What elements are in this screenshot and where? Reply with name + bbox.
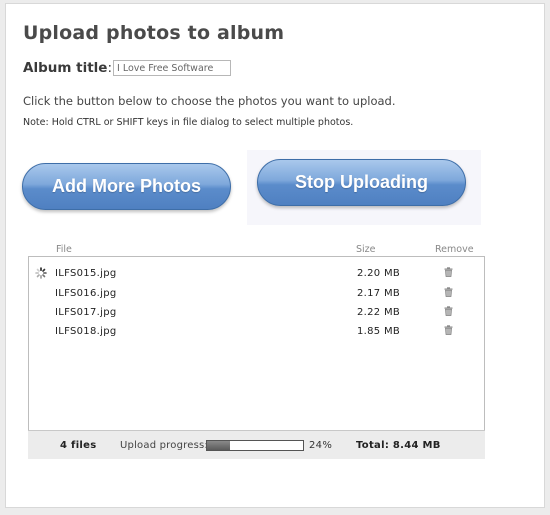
file-name: ILFS016.jpg	[55, 288, 117, 299]
file-list: ILFS015.jpg 2.20 MB ILFS016.jpg 2.17 MB …	[28, 256, 485, 459]
stop-uploading-button[interactable]: Stop Uploading	[257, 159, 466, 206]
trash-icon[interactable]	[444, 325, 453, 335]
file-row: ILFS017.jpg 2.22 MB	[29, 304, 484, 323]
upload-progress-label: Upload progress:	[120, 440, 208, 451]
file-name: ILFS017.jpg	[55, 307, 117, 318]
add-more-photos-button[interactable]: Add More Photos	[22, 163, 231, 210]
file-row: ILFS015.jpg 2.20 MB	[29, 265, 484, 284]
column-header-remove: Remove	[435, 244, 474, 255]
trash-icon[interactable]	[444, 267, 453, 277]
upload-progress-fill	[207, 441, 231, 450]
page-title: Upload photos to album	[23, 22, 285, 44]
upload-progress-bar	[206, 440, 304, 451]
upload-status-bar: 4 files Upload progress: 24% Total: 8.44…	[28, 430, 485, 459]
file-size: 2.22 MB	[357, 307, 401, 318]
loading-spinner-icon	[35, 267, 47, 279]
trash-icon[interactable]	[444, 287, 453, 297]
file-name: ILFS018.jpg	[55, 326, 117, 337]
album-title-label-text: Album title	[23, 60, 108, 76]
file-size: 2.17 MB	[357, 288, 401, 299]
total-size: Total: 8.44 MB	[356, 440, 441, 451]
column-header-file: File	[56, 244, 72, 255]
column-header-size: Size	[356, 244, 376, 255]
album-title-colon: :	[107, 60, 112, 76]
trash-icon[interactable]	[444, 306, 453, 316]
upload-progress-percent: 24%	[309, 440, 333, 451]
file-row: ILFS016.jpg 2.17 MB	[29, 285, 484, 304]
file-size: 2.20 MB	[357, 268, 401, 279]
file-row: ILFS018.jpg 1.85 MB	[29, 323, 484, 342]
album-title-label: Album title:	[23, 60, 112, 76]
multi-select-note: Note: Hold CTRL or SHIFT keys in file di…	[23, 117, 354, 128]
album-title-input[interactable]	[113, 60, 231, 76]
file-count: 4 files	[60, 440, 97, 451]
instructions-text: Click the button below to choose the pho…	[23, 94, 396, 108]
file-size: 1.85 MB	[357, 326, 401, 337]
file-name: ILFS015.jpg	[55, 268, 117, 279]
